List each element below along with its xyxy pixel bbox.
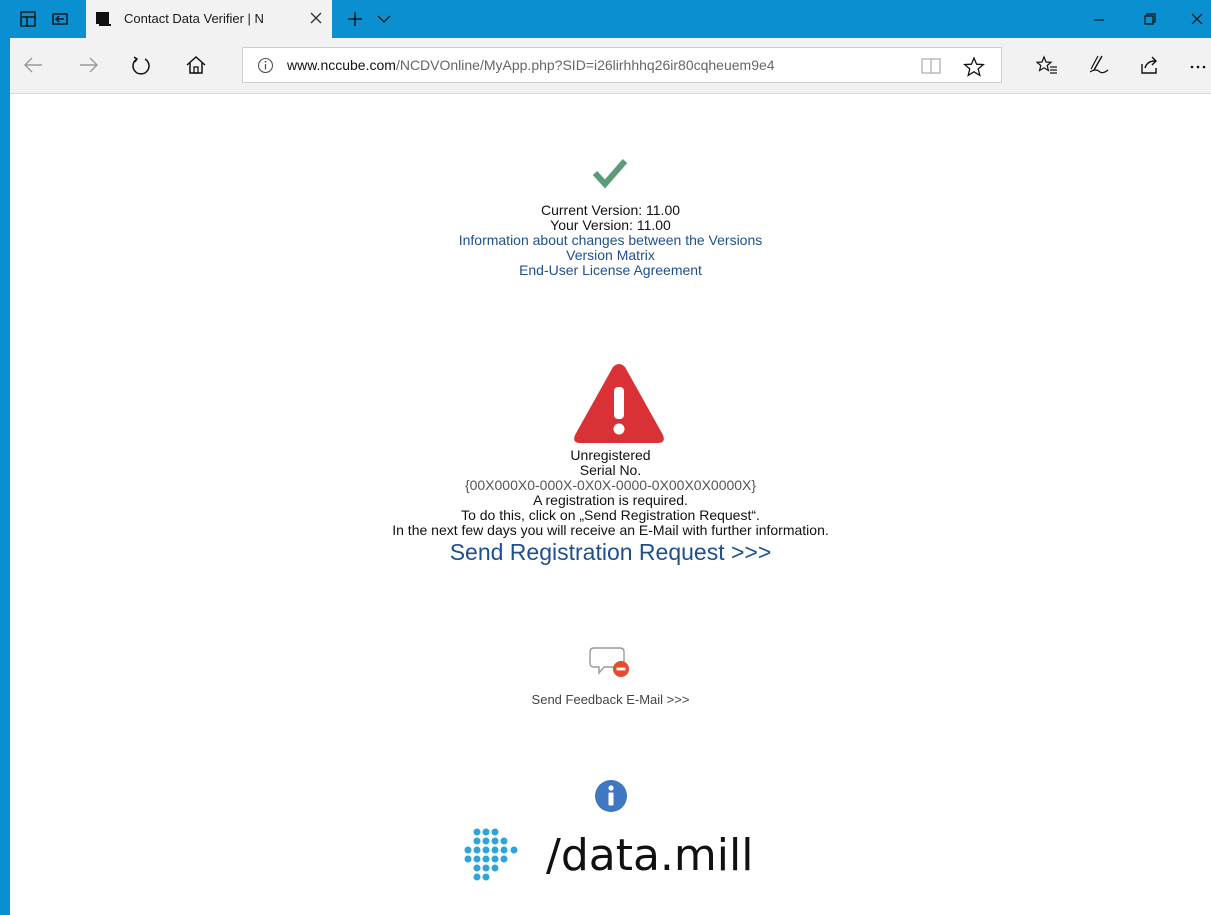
- url-host: www.nccube.com: [287, 57, 396, 73]
- serial-label: Serial No.: [579, 462, 642, 478]
- minimize-icon[interactable]: [1090, 10, 1108, 28]
- site-info-icon[interactable]: [257, 57, 274, 74]
- checkmark-icon: [592, 159, 628, 189]
- back-arrow-icon[interactable]: [22, 54, 44, 76]
- eula-link[interactable]: End-User License Agreement: [519, 262, 702, 278]
- datamill-logo-text: /data.mill: [546, 830, 754, 881]
- info-icon[interactable]: [594, 779, 628, 813]
- page-content: Current Version: 11.00 Your Version: 11.…: [10, 94, 1211, 915]
- more-options-icon[interactable]: [1188, 54, 1210, 76]
- new-tab-icon[interactable]: [346, 10, 364, 28]
- version-matrix-link[interactable]: Version Matrix: [566, 247, 655, 263]
- url-path: /NCDVOnline/MyApp.php?SID=i26lirhhhq26ir…: [395, 57, 775, 73]
- navigation-bar: www.nccube.com/NCDVOnline/MyApp.php?SID=…: [10, 38, 1211, 94]
- browser-window: Contact Data Verifier | N www.nccube.com…: [10, 0, 1211, 915]
- address-bar[interactable]: www.nccube.com/NCDVOnline/MyApp.php?SID=…: [242, 47, 1002, 83]
- version-changes-link[interactable]: Information about changes between the Ve…: [459, 232, 763, 248]
- registration-instruction: To do this, click on „Send Registration …: [461, 507, 760, 523]
- send-feedback-link[interactable]: Send Feedback E-Mail >>>: [532, 692, 690, 707]
- your-version: Your Version: 11.00: [550, 217, 671, 233]
- favorite-star-icon[interactable]: [963, 56, 985, 78]
- pen-annotate-icon[interactable]: [1088, 54, 1110, 76]
- current-version: Current Version: 11.00: [540, 202, 681, 218]
- home-icon[interactable]: [185, 54, 207, 76]
- tab-actions-icon[interactable]: [18, 9, 38, 29]
- refresh-icon[interactable]: [130, 54, 152, 76]
- tab-title: Contact Data Verifier | N: [124, 11, 264, 26]
- share-icon[interactable]: [1138, 54, 1160, 76]
- warning-triangle-icon: [574, 364, 664, 443]
- forward-arrow-icon[interactable]: [78, 54, 100, 76]
- window-close-icon[interactable]: [1188, 10, 1206, 28]
- set-aside-tabs-icon[interactable]: [50, 9, 70, 29]
- send-registration-request-link[interactable]: Send Registration Request >>>: [450, 539, 772, 565]
- tab-bar: Contact Data Verifier | N: [10, 0, 1211, 38]
- reading-view-icon[interactable]: [921, 57, 941, 75]
- registration-block: Unregistered Serial No. {00X000X0-000X-0…: [10, 448, 1211, 566]
- url-text[interactable]: www.nccube.com/NCDVOnline/MyApp.php?SID=…: [287, 57, 775, 73]
- speech-bubble-icon[interactable]: [588, 646, 634, 680]
- version-block: Current Version: 11.00 Your Version: 11.…: [10, 203, 1211, 278]
- datamill-dots-icon: [464, 828, 518, 881]
- registration-status: Unregistered: [570, 447, 651, 463]
- favicon-icon: [96, 12, 111, 26]
- serial-value: {00X000X0-000X-0X0X-0000-0X00X0X0000X}: [464, 477, 757, 493]
- chevron-down-icon[interactable]: [376, 12, 392, 26]
- registration-required: A registration is required.: [533, 492, 688, 508]
- favorites-hub-icon[interactable]: [1036, 54, 1058, 76]
- tab-active[interactable]: Contact Data Verifier | N: [86, 0, 332, 38]
- close-icon[interactable]: [308, 10, 324, 26]
- restore-icon[interactable]: [1140, 10, 1158, 28]
- registration-followup: In the next few days you will receive an…: [392, 522, 829, 538]
